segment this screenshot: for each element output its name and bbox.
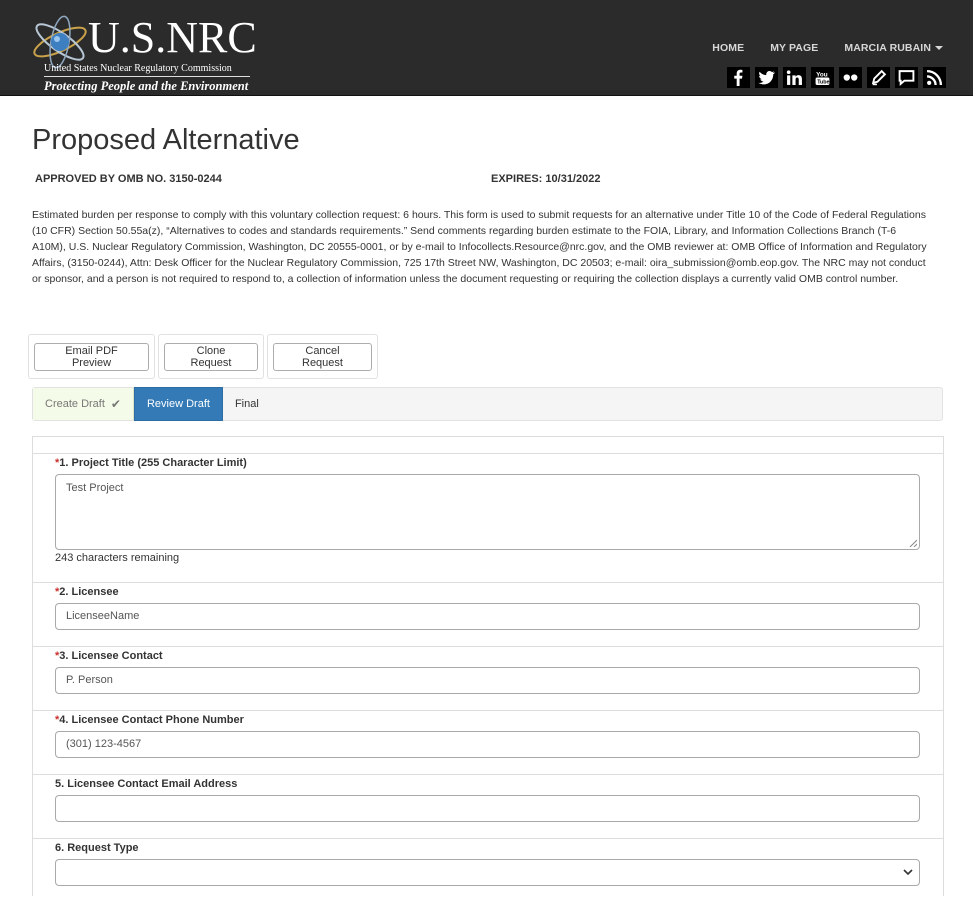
request-type-select[interactable]	[55, 859, 920, 886]
twitter-icon[interactable]	[755, 67, 778, 88]
project-title-label: *1. Project Title (255 Character Limit)	[55, 457, 247, 469]
section-licensee: *2. Licensee LicenseeName	[33, 582, 943, 647]
checkmark-icon: ✔	[110, 397, 121, 411]
cancel-request-button[interactable]: Cancel Request	[273, 342, 372, 371]
site-header: U.S.NRC United States Nuclear Regulatory…	[0, 0, 973, 96]
workflow-steps: Create Draft ✔ Review Draft Final	[32, 387, 943, 421]
nav-home[interactable]: HOME	[712, 42, 744, 54]
expiration-date: EXPIRES: 10/31/2022	[491, 173, 601, 185]
project-title-textarea[interactable]: Test Project	[55, 474, 920, 550]
project-title-value: Test Project	[66, 482, 124, 494]
section-contact-email: 5. Licensee Contact Email Address	[33, 774, 943, 839]
contact-email-input[interactable]	[55, 795, 920, 822]
clone-request-button[interactable]: Clone Request	[164, 342, 258, 371]
step-review-draft[interactable]: Review Draft	[133, 387, 223, 421]
licensee-input[interactable]: LicenseeName	[55, 603, 920, 630]
step-create-label: Create Draft	[45, 398, 105, 410]
linkedin-icon[interactable]	[783, 67, 806, 88]
contact-phone-label: *4. Licensee Contact Phone Number	[55, 714, 244, 726]
chevron-down-icon	[903, 869, 913, 876]
nav-user-menu[interactable]: MARCIA RUBAIN	[844, 42, 943, 54]
cancel-group: Cancel Request	[267, 334, 378, 379]
email-pdf-group: Email PDF Preview	[28, 334, 155, 379]
burden-statement: Estimated burden per response to comply …	[32, 209, 927, 285]
page-title: Proposed Alternative	[32, 124, 300, 156]
omb-number: APPROVED BY OMB NO. 3150-0244	[35, 173, 222, 185]
user-name: MARCIA RUBAIN	[844, 42, 931, 54]
top-nav: HOME MY PAGE MARCIA RUBAIN	[712, 42, 943, 54]
licensee-contact-label: *3. Licensee Contact	[55, 650, 163, 662]
logo-tagline: Protecting People and the Environment	[44, 79, 249, 93]
svg-text:You: You	[816, 71, 828, 78]
atom-icon	[33, 15, 87, 69]
contact-phone-input[interactable]: (301) 123-4567	[55, 731, 920, 758]
blog-icon[interactable]	[867, 67, 890, 88]
logo-subtitle: United States Nuclear Regulatory Commiss…	[44, 63, 250, 77]
step-create-draft[interactable]: Create Draft ✔	[33, 388, 134, 420]
characters-remaining: 243 characters remaining	[55, 552, 180, 564]
section-licensee-contact: *3. Licensee Contact P. Person	[33, 646, 943, 711]
licensee-label: *2. Licensee	[55, 586, 119, 598]
nav-my-page[interactable]: MY PAGE	[770, 42, 818, 54]
contact-email-label: 5. Licensee Contact Email Address	[55, 778, 238, 790]
section-project-title: *1. Project Title (255 Character Limit) …	[33, 453, 943, 583]
logo-name: U.S.NRC	[88, 13, 257, 62]
svg-text:Tube: Tube	[817, 79, 829, 85]
clone-group: Clone Request	[158, 334, 264, 379]
resize-grip-icon[interactable]	[909, 539, 917, 547]
section-request-type: 6. Request Type	[33, 838, 943, 898]
request-type-label: 6. Request Type	[55, 842, 139, 854]
step-final[interactable]: Final	[223, 388, 271, 420]
flickr-icon[interactable]	[839, 67, 862, 88]
chat-icon[interactable]	[895, 67, 918, 88]
facebook-icon[interactable]	[727, 67, 750, 88]
licensee-contact-input[interactable]: P. Person	[55, 667, 920, 694]
youtube-icon[interactable]: You Tube	[811, 67, 834, 88]
nrc-logo[interactable]: U.S.NRC United States Nuclear Regulatory…	[30, 10, 260, 94]
request-form: *1. Project Title (255 Character Limit) …	[32, 436, 944, 896]
caret-down-icon	[935, 46, 943, 51]
section-contact-phone: *4. Licensee Contact Phone Number (301) …	[33, 710, 943, 775]
rss-icon[interactable]	[923, 67, 946, 88]
social-links: You Tube	[727, 67, 946, 88]
email-pdf-preview-button[interactable]: Email PDF Preview	[34, 342, 149, 371]
